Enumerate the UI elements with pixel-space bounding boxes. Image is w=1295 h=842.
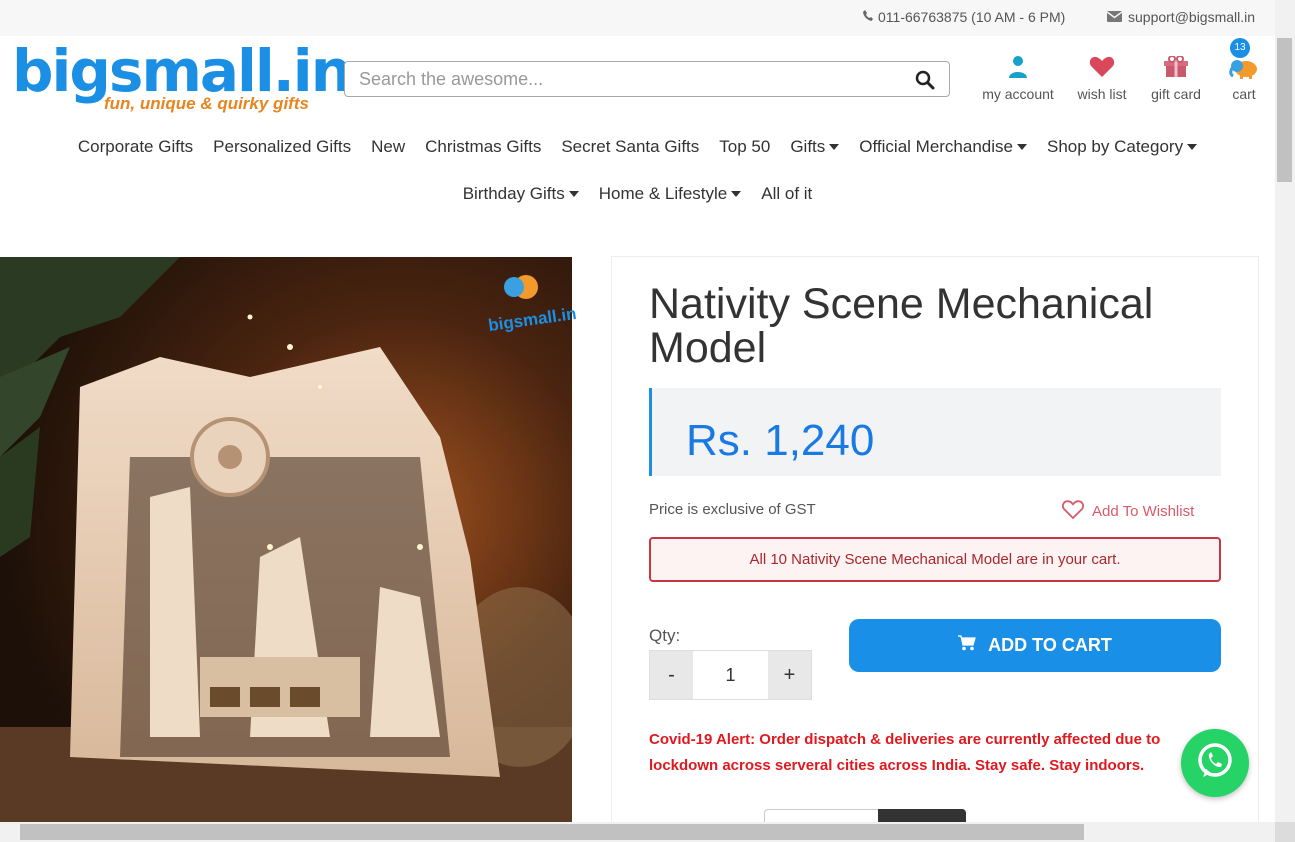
nav-official-merchandise-dropdown[interactable]: Official Merchandise — [859, 137, 1027, 157]
shopping-cart-icon — [958, 635, 976, 656]
nav-shop-by-category-dropdown[interactable]: Shop by Category — [1047, 137, 1198, 157]
caret-down-icon — [731, 191, 742, 197]
phone-icon — [862, 9, 874, 25]
nav-personalized-gifts[interactable]: Personalized Gifts — [213, 137, 351, 157]
cart-link[interactable]: 13 cart — [1226, 38, 1262, 102]
my-account-link[interactable]: my account — [980, 52, 1056, 102]
cart-elephant-icon: 13 — [1226, 38, 1262, 82]
heart-outline-icon — [1062, 500, 1084, 523]
caret-down-icon — [568, 191, 579, 197]
whatsapp-icon — [1195, 741, 1235, 786]
logo-brand-text: bigsmall.in — [12, 37, 352, 105]
nav-corporate-gifts[interactable]: Corporate Gifts — [78, 137, 193, 157]
vertical-scrollbar-thumb[interactable] — [1277, 38, 1292, 182]
whatsapp-chat-button[interactable] — [1181, 729, 1249, 797]
add-to-wishlist-button[interactable]: Add To Wishlist — [1062, 500, 1194, 523]
quantity-decrement-button[interactable]: - — [650, 651, 693, 699]
nav-home-lifestyle-dropdown[interactable]: Home & Lifestyle — [599, 184, 742, 204]
nav-all-of-it[interactable]: All of it — [761, 184, 812, 204]
my-account-label: my account — [982, 86, 1054, 102]
product-title: Nativity Scene Mechanical Model — [649, 280, 1154, 372]
add-to-wishlist-label: Add To Wishlist — [1092, 503, 1195, 520]
cart-status-alert: All 10 Nativity Scene Mechanical Model a… — [649, 537, 1221, 582]
main-nav-row-2: Birthday Gifts Home & Lifestyle All of i… — [0, 184, 1275, 204]
add-to-cart-button[interactable]: ADD TO CART — [849, 619, 1221, 672]
product-image[interactable] — [0, 257, 572, 822]
email-contact[interactable]: support@bigsmall.in — [1106, 9, 1256, 25]
main-nav-row-1: Corporate Gifts Personalized Gifts New C… — [0, 137, 1275, 157]
price-box: Rs. 1,240 — [649, 388, 1221, 476]
quantity-label: Qty: — [649, 626, 681, 645]
covid-alert-message: Covid-19 Alert: Order dispatch & deliver… — [649, 731, 1161, 774]
quantity-increment-button[interactable]: + — [768, 651, 811, 699]
horizontal-scrollbar-thumb[interactable] — [20, 824, 1084, 840]
gift-card-label: gift card — [1151, 86, 1201, 102]
envelope-icon — [1106, 9, 1123, 25]
logo-tagline: fun, unique & quirky gifts — [104, 94, 309, 113]
nav-christmas-gifts[interactable]: Christmas Gifts — [425, 137, 541, 157]
cart-label: cart — [1232, 86, 1256, 102]
site-logo[interactable]: bigsmall.in fun, unique & quirky gifts — [12, 37, 352, 120]
user-icon — [980, 52, 1056, 82]
phone-contact[interactable]: 011-66763875 (10 AM - 6 PM) — [862, 9, 1065, 25]
scrollbar-corner — [1275, 822, 1295, 842]
gift-icon — [1146, 52, 1206, 82]
search-bar — [344, 61, 950, 97]
nav-secret-santa-gifts[interactable]: Secret Santa Gifts — [561, 137, 699, 157]
caret-down-icon — [1187, 144, 1198, 150]
top-info-bar: 011-66763875 (10 AM - 6 PM) support@bigs… — [0, 0, 1275, 36]
product-price: Rs. 1,240 — [686, 416, 875, 465]
search-icon[interactable] — [915, 70, 935, 95]
wish-list-link[interactable]: wish list — [1074, 52, 1130, 102]
heart-icon — [1074, 52, 1130, 82]
gift-card-link[interactable]: gift card — [1146, 52, 1206, 102]
nav-gifts-dropdown[interactable]: Gifts — [790, 137, 840, 157]
nav-new[interactable]: New — [371, 137, 405, 157]
caret-down-icon — [1016, 144, 1027, 150]
add-to-cart-label: ADD TO CART — [988, 635, 1112, 655]
gst-note: Price is exclusive of GST — [649, 501, 816, 518]
nav-birthday-gifts-dropdown[interactable]: Birthday Gifts — [463, 184, 579, 204]
caret-down-icon — [829, 144, 840, 150]
quantity-input[interactable]: 1 — [693, 651, 768, 699]
phone-number: 011-66763875 (10 AM - 6 PM) — [878, 9, 1066, 25]
wish-list-label: wish list — [1077, 86, 1127, 102]
cart-count-badge: 13 — [1230, 38, 1250, 58]
nav-top-50[interactable]: Top 50 — [719, 137, 770, 157]
search-input[interactable] — [345, 62, 899, 96]
quantity-stepper: - 1 + — [649, 650, 812, 700]
email-address: support@bigsmall.in — [1128, 9, 1256, 25]
